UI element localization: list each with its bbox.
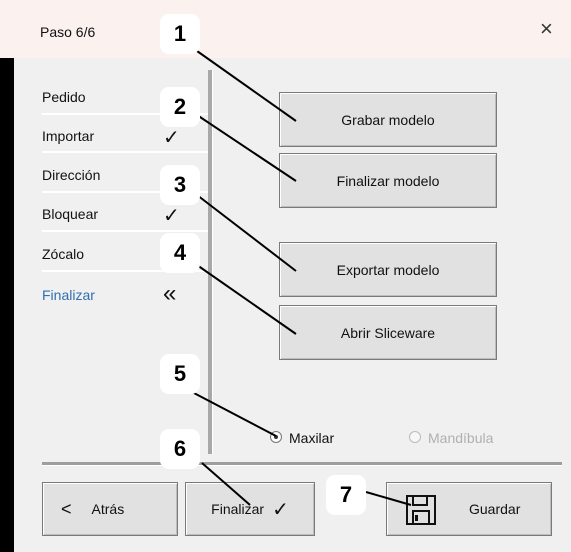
callout-6: 6 (160, 429, 200, 469)
callout-1: 1 (160, 14, 200, 54)
callout-leaders (191, 50, 412, 506)
callout-2: 2 (160, 87, 200, 127)
callout-4: 4 (160, 233, 200, 273)
callout-7: 7 (326, 475, 366, 515)
callout-5: 5 (160, 354, 200, 394)
callout-3: 3 (160, 165, 200, 205)
